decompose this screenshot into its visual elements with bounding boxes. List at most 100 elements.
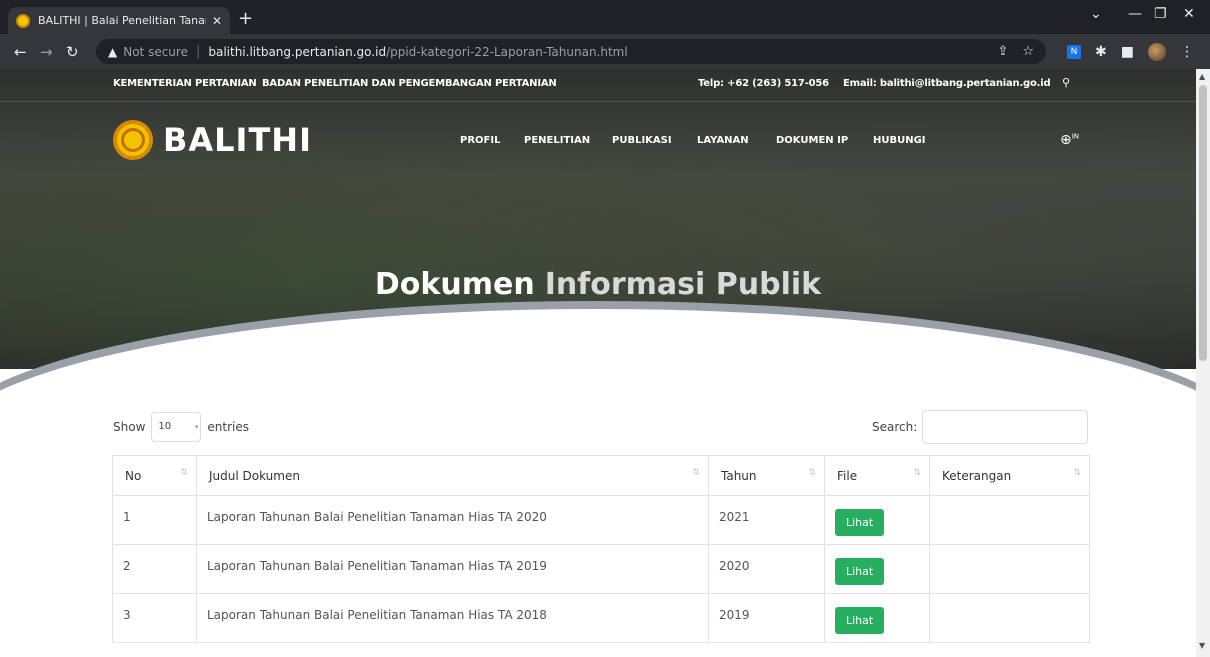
logo-emblem-icon [113, 120, 153, 160]
agency-link[interactable]: BADAN PENELITIAN DAN PENGEMBANGAN PERTAN… [262, 78, 557, 89]
nav-layanan[interactable]: LAYANAN [697, 135, 749, 146]
cell-judul: Laporan Tahunan Balai Penelitian Tanaman… [196, 544, 709, 594]
cell-no: 3 [112, 593, 197, 643]
url-path: /ppid-kategori-22-Laporan-Tahunan.html [386, 44, 628, 59]
cell-judul: Laporan Tahunan Balai Penelitian Tanaman… [196, 495, 709, 545]
minimize-icon[interactable]: — [1128, 6, 1142, 22]
search-label: Search: [872, 420, 918, 434]
not-secure-label[interactable]: Not secure [123, 45, 188, 59]
table-search: Search: [872, 410, 1089, 444]
entries-value: 10 [158, 421, 172, 432]
tab-title: BALITHI | Balai Penelitian Tanama [38, 14, 206, 27]
sort-icon: ⇅ [1073, 468, 1081, 478]
site-logo[interactable]: BALITHI [113, 120, 312, 160]
page-title: Dokumen Informasi Publik [0, 267, 1196, 302]
entries-length-control: Show 10 ▾ entries [113, 412, 249, 442]
nav-publikasi[interactable]: PUBLIKASI [612, 135, 672, 146]
forward-icon[interactable]: → [40, 43, 53, 61]
column-header-judul[interactable]: Judul Dokumen ⇅ [196, 455, 709, 496]
entries-select[interactable]: 10 ▾ [151, 412, 202, 442]
page-scrollbar[interactable]: ▲ ▼ [1196, 69, 1210, 657]
cell-keterangan [929, 593, 1090, 643]
language-code: IN [1071, 132, 1080, 141]
cell-judul: Laporan Tahunan Balai Penelitian Tanaman… [196, 593, 709, 643]
language-globe-icon[interactable]: ⊕IN [1060, 132, 1079, 148]
documents-table: No ⇅ Judul Dokumen ⇅ Tahun ⇅ File ⇅ Keterang… [112, 455, 1090, 643]
sort-icon: ⇅ [180, 468, 188, 478]
nav-penelitian[interactable]: PENELITIAN [524, 135, 590, 146]
back-icon[interactable]: ← [14, 43, 27, 61]
table-row: 2 Laporan Tahunan Balai Penelitian Tanam… [112, 544, 1090, 594]
browser-tab-bar: BALITHI | Balai Penelitian Tanama ✕ + ⌄ … [0, 0, 1210, 34]
restore-icon[interactable]: ❐ [1154, 6, 1167, 22]
sort-icon: ⇅ [808, 468, 816, 478]
page-viewport: KEMENTERIAN PERTANIAN BADAN PENELITIAN D… [0, 69, 1196, 657]
profile-avatar[interactable] [1148, 43, 1166, 61]
reload-icon[interactable]: ↻ [66, 43, 79, 61]
sort-icon: ⇅ [913, 468, 921, 478]
scroll-up-icon[interactable]: ▲ [1199, 72, 1205, 81]
nav-dokumen-ip[interactable]: DOKUMEN IP [776, 135, 848, 146]
header-label: Tahun [721, 468, 757, 483]
lihat-button[interactable]: Lihat [835, 607, 885, 634]
browser-tab[interactable]: BALITHI | Balai Penelitian Tanama ✕ [8, 7, 230, 34]
top-info-bar: KEMENTERIAN PERTANIAN BADAN PENELITIAN D… [0, 69, 1196, 102]
cell-keterangan [929, 544, 1090, 594]
warning-icon[interactable]: ▲ [108, 45, 117, 59]
search-icon[interactable]: ⚲ [1062, 76, 1070, 89]
header-label: Judul Dokumen [209, 468, 300, 483]
table-row: 3 Laporan Tahunan Balai Penelitian Tanam… [112, 593, 1090, 643]
nav-profil[interactable]: PROFIL [460, 135, 500, 146]
side-panel-icon[interactable]: ■ [1121, 44, 1134, 60]
cell-no: 1 [112, 495, 197, 545]
lihat-button[interactable]: Lihat [835, 558, 885, 585]
new-tab-icon[interactable]: + [238, 8, 253, 29]
cell-file: Lihat [824, 593, 930, 643]
cell-keterangan [929, 495, 1090, 545]
page-title-part1: Dokumen [374, 267, 535, 302]
column-header-no[interactable]: No ⇅ [112, 455, 197, 496]
address-bar[interactable]: ▲ Not secure | balithi.litbang.pertanian… [96, 39, 1046, 64]
scroll-down-icon[interactable]: ▼ [1199, 641, 1205, 650]
cell-file: Lihat [824, 544, 930, 594]
page-title-part2: Informasi Publik [544, 267, 822, 302]
column-header-tahun[interactable]: Tahun ⇅ [708, 455, 825, 496]
header-label: File [837, 468, 858, 483]
search-input[interactable] [922, 410, 1089, 444]
cell-tahun: 2020 [708, 544, 825, 594]
url-host: balithi.litbang.pertanian.go.id [208, 44, 387, 59]
extensions-puzzle-icon[interactable]: ✱ [1095, 44, 1107, 60]
ministry-link[interactable]: KEMENTERIAN PERTANIAN [113, 78, 257, 89]
column-header-keterangan[interactable]: Keterangan ⇅ [929, 455, 1090, 496]
cell-tahun: 2021 [708, 495, 825, 545]
extension-n-icon[interactable]: N [1067, 45, 1082, 59]
divider: | [195, 44, 201, 59]
tab-close-icon[interactable]: ✕ [212, 14, 222, 28]
site-favicon-icon [16, 13, 30, 28]
share-icon[interactable]: ⇪ [997, 44, 1008, 59]
close-window-icon[interactable]: ✕ [1183, 6, 1195, 22]
more-menu-icon[interactable]: ⋮ [1180, 44, 1194, 60]
show-label: Show [113, 420, 146, 434]
bookmark-star-icon[interactable]: ☆ [1022, 44, 1034, 59]
chevron-down-icon: ▾ [194, 423, 199, 431]
nav-hubungi[interactable]: HUBUNGI [873, 135, 926, 146]
table-header-row: No ⇅ Judul Dokumen ⇅ Tahun ⇅ File ⇅ Keterang… [112, 455, 1090, 496]
tab-search-icon[interactable]: ⌄ [1090, 6, 1102, 22]
breadcrumb: ⌂ › ppid kategori Laporan Tahunan [0, 327, 1196, 340]
sort-icon: ⇅ [692, 468, 700, 478]
header-label: Keterangan [942, 468, 1012, 483]
header-label: No [125, 468, 142, 483]
column-header-file[interactable]: File ⇅ [824, 455, 930, 496]
lihat-button[interactable]: Lihat [835, 509, 885, 536]
entries-label: entries [207, 420, 249, 434]
table-row: 1 Laporan Tahunan Balai Penelitian Tanam… [112, 495, 1090, 545]
email-text: Email: balithi@litbang.pertanian.go.id [843, 78, 1051, 89]
home-icon[interactable]: ⌂ [483, 327, 491, 340]
scroll-thumb[interactable] [1199, 85, 1207, 361]
cell-tahun: 2019 [708, 593, 825, 643]
browser-toolbar: ← → ↻ ▲ Not secure | balithi.litbang.per… [0, 34, 1210, 69]
cell-file: Lihat [824, 495, 930, 545]
breadcrumb-current: ppid kategori Laporan Tahunan [519, 327, 713, 340]
cell-no: 2 [112, 544, 197, 594]
